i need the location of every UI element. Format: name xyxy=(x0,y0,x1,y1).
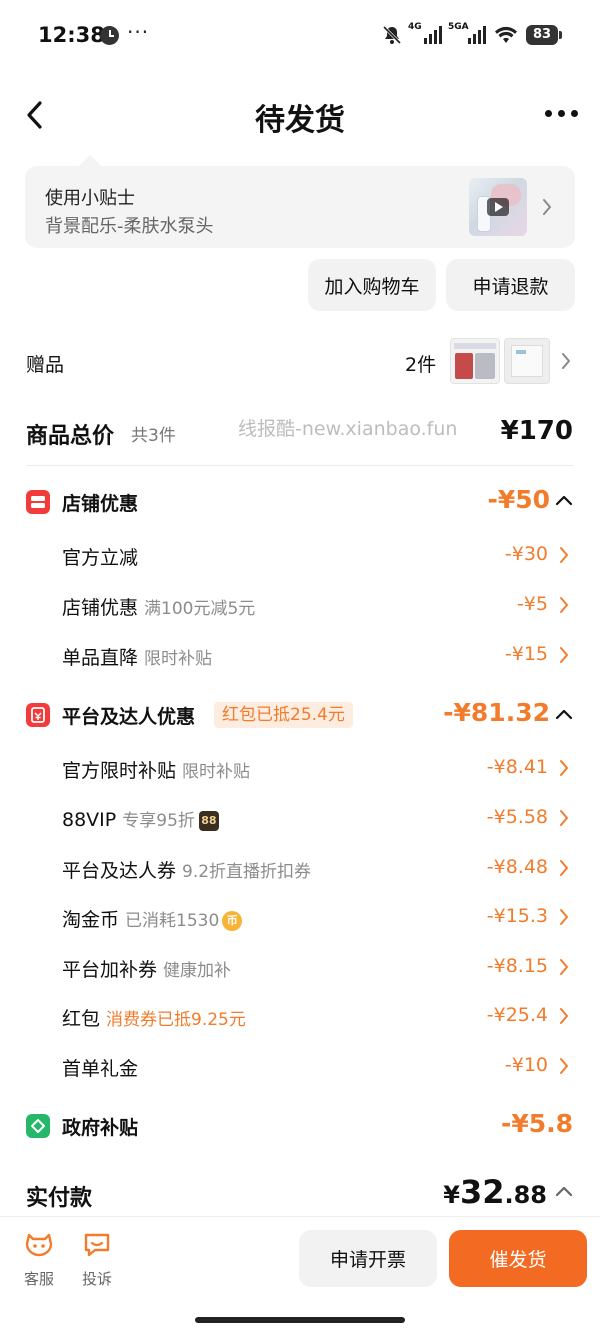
customer-service-button[interactable]: 客服 xyxy=(19,1230,59,1289)
discount-row-label: 88VIP 专享95折 88 xyxy=(62,806,219,831)
more-notifications-icon: ··· xyxy=(127,20,150,44)
discount-row-value: -¥8.48 xyxy=(486,856,548,878)
red-packet-tag: 红包已抵25.4元 xyxy=(214,702,353,728)
status-indicators: 4G 5GA 83 xyxy=(382,22,562,46)
play-icon xyxy=(487,198,509,216)
home-indicator[interactable] xyxy=(195,1317,405,1323)
gift-count: 2件 xyxy=(405,354,437,376)
discount-row-label: 官方限时补贴 限时补贴 xyxy=(62,760,251,782)
complaint-button[interactable]: 投诉 xyxy=(77,1230,117,1289)
paid-label: 实付款 xyxy=(26,1186,93,1211)
discount-row-label: 官方立减 xyxy=(62,547,139,569)
discount-row-value: -¥15.3 xyxy=(486,905,548,927)
chevron-up-icon xyxy=(555,709,573,720)
usage-tips-card[interactable]: 使用小贴士 背景配乐-柔肤水泵头 xyxy=(25,166,575,248)
chevron-right-icon xyxy=(560,760,568,776)
gift-image xyxy=(504,338,550,384)
more-dot xyxy=(545,110,552,117)
customer-service-icon xyxy=(25,1233,53,1257)
chevron-right-icon xyxy=(560,959,568,975)
red-packet-icon xyxy=(26,703,50,727)
gift-image xyxy=(450,338,500,384)
tips-video-thumbnail[interactable] xyxy=(469,178,527,236)
discount-row-value: -¥5.58 xyxy=(486,806,548,828)
status-bar: 12:38 ··· 4G 5GA 83 xyxy=(0,0,600,72)
shop-icon xyxy=(26,490,50,514)
discount-row-value: -¥8.15 xyxy=(486,955,548,977)
coin-icon: 币 xyxy=(222,910,243,931)
signal-5ga-icon: 5GA xyxy=(448,22,486,44)
wifi-icon xyxy=(494,26,518,44)
request-invoice-button[interactable]: 申请开票 xyxy=(299,1230,437,1287)
88vip-badge-icon: 88 xyxy=(198,810,219,831)
total-price-value: ¥170 xyxy=(500,416,573,446)
shop-discount-title: 店铺优惠 xyxy=(62,493,139,515)
discount-row-label: 淘金币 已消耗1530 币 xyxy=(62,905,243,932)
bottom-divider xyxy=(0,1216,600,1217)
discount-row-label: 店铺优惠 满100元减5元 xyxy=(62,597,256,619)
discount-row-label: 首单礼金 xyxy=(62,1058,139,1080)
discount-row-value: -¥30 xyxy=(504,543,548,565)
chevron-up-icon xyxy=(555,495,573,506)
discount-row-label: 单品直降 限时补贴 xyxy=(62,647,213,669)
platform-discount-title: 平台及达人优惠 xyxy=(62,706,196,728)
chevron-right-icon xyxy=(560,1008,568,1024)
divider xyxy=(26,465,574,466)
discount-row-label: 平台及达人券 9.2折直播折扣券 xyxy=(62,860,312,882)
chevron-right-icon xyxy=(543,199,551,215)
page-title: 待发货 xyxy=(255,103,345,138)
signal-4g-icon: 4G xyxy=(408,22,442,44)
mute-icon xyxy=(382,25,402,45)
gov-subsidy-title: 政府补贴 xyxy=(62,1117,139,1139)
chevron-right-icon xyxy=(560,597,568,613)
chevron-right-icon xyxy=(560,547,568,563)
clock-icon xyxy=(100,26,119,45)
complaint-icon xyxy=(84,1233,110,1257)
chevron-right-icon xyxy=(560,909,568,925)
gov-subsidy-icon xyxy=(26,1114,50,1138)
discount-row-value: -¥5 xyxy=(516,593,548,615)
tips-subtitle: 背景配乐-柔肤水泵头 xyxy=(45,216,214,237)
paid-value: ¥32.88 xyxy=(443,1173,547,1211)
discount-row-value: -¥15 xyxy=(504,643,548,665)
battery-icon: 83 xyxy=(526,25,562,45)
more-dot xyxy=(571,110,578,117)
discount-row-value: -¥25.4 xyxy=(486,1004,548,1026)
discount-row-label: 平台加补券 健康加补 xyxy=(62,959,232,981)
platform-discount-value: -¥81.32 xyxy=(443,698,550,727)
chevron-up-icon xyxy=(555,1186,573,1197)
more-button[interactable] xyxy=(545,110,578,117)
urge-shipment-button[interactable]: 催发货 xyxy=(449,1230,587,1287)
watermark: 线报酷-new.xianbao.fun xyxy=(238,418,458,440)
chevron-right-icon xyxy=(560,860,568,876)
total-price-label: 商品总价 xyxy=(26,424,115,449)
chevron-right-icon xyxy=(560,647,568,663)
chevron-right-icon xyxy=(560,1058,568,1074)
shop-discount-value: -¥50 xyxy=(487,485,550,514)
status-time: 12:38 xyxy=(38,23,105,47)
gov-subsidy-value: -¥5.8 xyxy=(500,1109,573,1138)
add-to-cart-button[interactable]: 加入购物车 xyxy=(308,259,436,311)
gift-label: 赠品 xyxy=(26,354,65,376)
item-count: 共3件 xyxy=(131,426,176,446)
chevron-right-icon xyxy=(562,353,570,369)
discount-row-value: -¥8.41 xyxy=(486,756,548,778)
discount-row-value: -¥10 xyxy=(504,1054,548,1076)
tips-title: 使用小贴士 xyxy=(45,188,135,209)
refund-button[interactable]: 申请退款 xyxy=(446,259,575,311)
chevron-right-icon xyxy=(560,810,568,826)
discount-row-label: 红包 消费券已抵9.25元 xyxy=(62,1008,246,1030)
more-dot xyxy=(558,110,565,117)
